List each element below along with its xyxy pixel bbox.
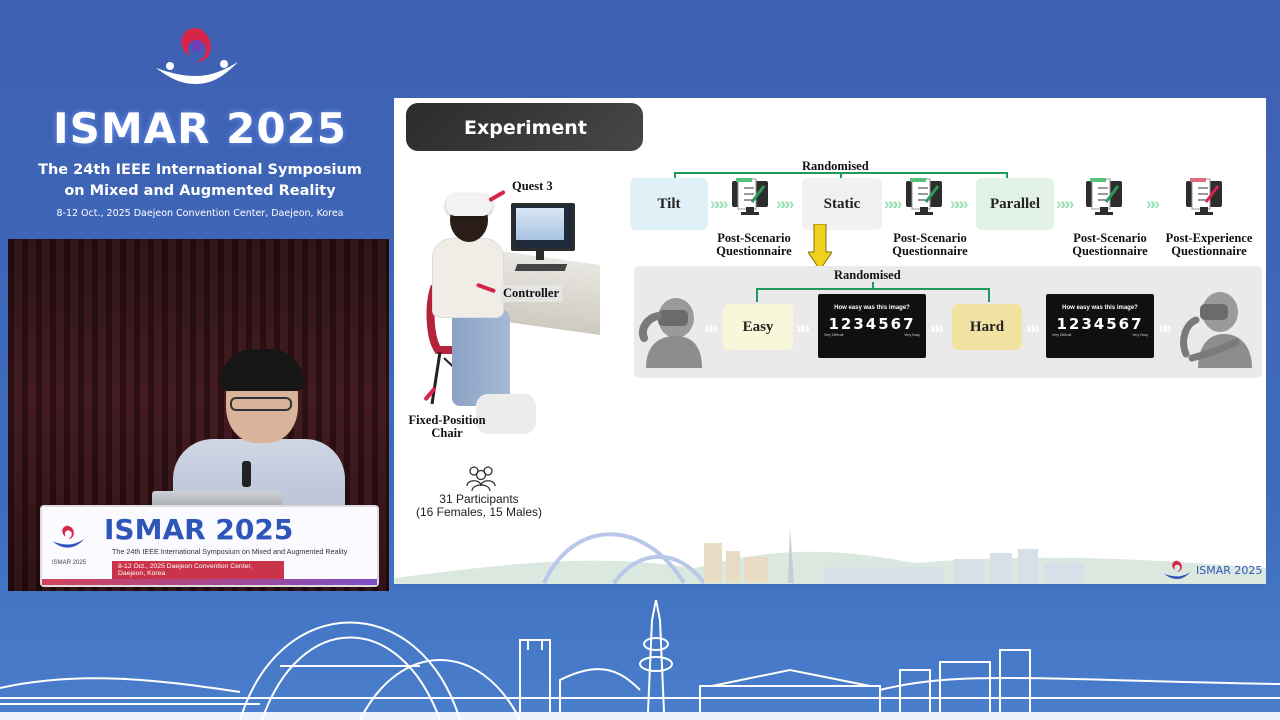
brand-subtitle: The 24th IEEE International Symposium on… <box>0 160 400 202</box>
quest-arrow-icon <box>488 189 506 203</box>
post-scenario-line2: Questionnaire <box>1072 244 1148 258</box>
podium-date-venue: 8-12 Oct., 2025 Daejeon Convention Cente… <box>112 561 284 579</box>
post-scenario-label-2: Post-Scenario Questionnaire <box>882 232 978 258</box>
questionnaire-monitor-icon <box>1086 178 1122 215</box>
speaker-video: ISMAR 2025 ISMAR 2025 The 24th IEEE Inte… <box>8 239 389 591</box>
questionnaire-monitor-icon <box>906 178 942 215</box>
post-experience-monitor-icon <box>1186 178 1222 215</box>
slide-ismar-logo <box>1163 560 1191 579</box>
chevron-right-icon: »» <box>796 318 810 337</box>
rating-high-label: Very Easy <box>1132 333 1148 337</box>
rating-question: How easy was this image? <box>834 305 910 311</box>
down-arrow-icon <box>808 224 832 270</box>
post-scenario-label-1: Post-Scenario Questionnaire <box>706 232 802 258</box>
microphone-icon <box>242 461 251 487</box>
podium-title: ISMAR 2025 <box>104 513 294 546</box>
person-body <box>432 238 504 318</box>
rating-low-label: Very Difficult <box>824 333 844 337</box>
monitor-screen <box>516 208 564 240</box>
chevron-right-icon: »»» <box>710 194 729 213</box>
rating-high-label: Very Easy <box>904 333 920 337</box>
rating-screen-easy: How easy was this image? 1234567 Very Di… <box>818 294 926 358</box>
chevron-right-icon: »»» <box>950 194 969 213</box>
chevron-right-icon: »»» <box>776 194 795 213</box>
slide-skyline-decoration <box>394 528 1266 588</box>
brand-subtitle-line2: on Mixed and Augmented Reality <box>64 183 336 199</box>
keyboard <box>514 264 568 271</box>
person-legs <box>452 310 510 406</box>
chevron-right-icon: »» <box>704 318 718 337</box>
slide-title: Experiment <box>406 103 643 151</box>
rating-question: How easy was this image? <box>1062 305 1138 311</box>
questionnaire-monitor-icon <box>732 178 768 215</box>
rating-scale: 1234567 <box>828 315 916 333</box>
speaker-glasses <box>230 397 292 411</box>
podium-stripe <box>42 579 377 585</box>
post-experience-label: Post-Experience Questionnaire <box>1156 232 1262 258</box>
rating-low-label: Very Difficult <box>1052 333 1072 337</box>
quest-label: Quest 3 <box>512 179 553 193</box>
podium-subtitle: The 24th IEEE International Symposium on… <box>112 547 348 556</box>
randomised-low-label: Randomised <box>834 268 901 282</box>
participants-icon <box>466 466 496 492</box>
podium-logo <box>52 525 85 548</box>
rating-ends: Very Difficult Very Easy <box>1046 333 1154 337</box>
post-scenario-line2: Questionnaire <box>716 244 792 258</box>
headset-figure-right <box>1180 292 1252 368</box>
monitor-stand <box>536 248 544 260</box>
controller-label: Controller <box>500 285 563 302</box>
brand-title: ISMAR 2025 <box>52 104 348 153</box>
chevron-right-icon: »» <box>1158 318 1172 337</box>
headset-figure-left <box>639 298 702 368</box>
participants-breakdown: (16 Females, 15 Males) <box>415 505 543 519</box>
conference-branding: ISMAR 2025 The 24th IEEE International S… <box>0 0 390 235</box>
chair-label-line2: Chair <box>431 426 463 440</box>
chair-label: Fixed-Position Chair <box>402 414 492 440</box>
condition-tilt: Tilt <box>630 178 708 230</box>
city-skyline-decoration <box>0 600 1280 720</box>
difficulty-hard: Hard <box>952 304 1022 350</box>
difficulty-easy: Easy <box>723 304 793 350</box>
slide-logo-text: ISMAR 2025 <box>1196 564 1263 577</box>
speaker-hair <box>220 349 304 391</box>
post-experience-line2: Questionnaire <box>1171 244 1247 258</box>
condition-parallel: Parallel <box>976 178 1054 230</box>
chevron-right-icon: »» <box>930 318 944 337</box>
participants-count: 31 Participants <box>439 492 519 506</box>
chevron-right-icon: »»» <box>884 194 903 213</box>
brand-date-venue: 8-12 Oct., 2025 Daejeon Convention Cente… <box>56 208 344 219</box>
rating-ends: Very Difficult Very Easy <box>818 333 926 337</box>
post-scenario-label-3: Post-Scenario Questionnaire <box>1060 232 1160 258</box>
podium-logo-text: ISMAR 2025 <box>51 560 87 566</box>
rating-screen-hard: How easy was this image? 1234567 Very Di… <box>1046 294 1154 358</box>
ismar-logo <box>156 28 238 84</box>
rating-scale: 1234567 <box>1056 315 1144 333</box>
brand-subtitle-line1: The 24th IEEE International Symposium <box>38 162 362 178</box>
condition-static: Static <box>802 178 882 230</box>
chevron-right-icon: »» <box>1026 318 1040 337</box>
chevron-right-icon: »» <box>1146 194 1160 213</box>
post-scenario-line2: Questionnaire <box>892 244 968 258</box>
vr-headset <box>446 194 492 216</box>
chevron-right-icon: »»» <box>1056 194 1075 213</box>
presentation-slide: Experiment Quest 3 Controller Fixed-Posi… <box>394 98 1266 588</box>
